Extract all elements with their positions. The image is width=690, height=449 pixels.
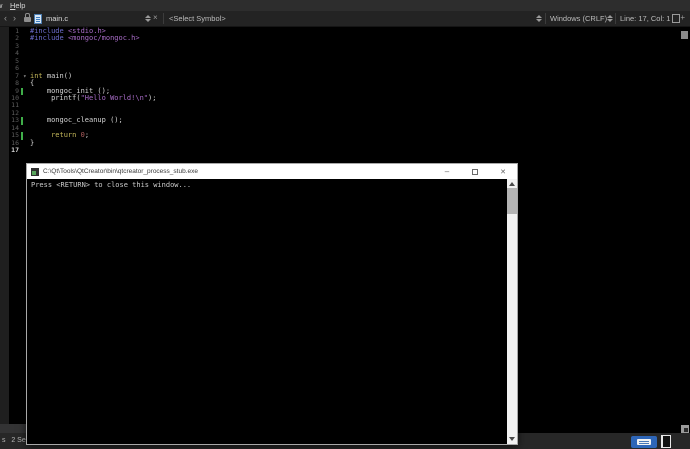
console-title: C:\Qt\Tools\QtCreator\bin\qtcreator_proc… [43, 168, 433, 175]
code-line[interactable]: 10 printf("Hello World!\n"); [9, 95, 690, 102]
forward-icon[interactable]: › [13, 13, 16, 23]
line-marker [21, 50, 30, 57]
code-line[interactable]: 2#include <mongoc/mongoc.h> [9, 35, 690, 42]
code-line[interactable]: 15 return 0; [9, 132, 690, 139]
maximize-button[interactable] [461, 164, 489, 179]
corner-handle-icon [681, 425, 689, 433]
editor-toolbar: ‹ › main.c × <Select Symbol> Windows (CR… [0, 11, 690, 27]
close-document-icon[interactable]: × [153, 13, 158, 22]
toolbar-separator [615, 13, 616, 24]
menu-bar: w Help [0, 0, 690, 11]
code-text: } [30, 140, 34, 147]
code-lines: 1#include <stdio.h>2#include <mongoc/mon… [9, 28, 690, 154]
scroll-up-icon[interactable] [509, 182, 515, 186]
console-titlebar[interactable]: C:\Qt\Tools\QtCreator\bin\qtcreator_proc… [27, 164, 517, 179]
status-blue-button[interactable] [631, 436, 657, 448]
document-tab[interactable]: main.c [46, 14, 68, 23]
lock-icon [24, 17, 31, 22]
line-number: 17 [9, 147, 21, 154]
console-scrollbar[interactable] [507, 179, 517, 444]
console-app-icon [31, 168, 39, 176]
code-line[interactable]: 14 [9, 125, 690, 132]
line-marker [21, 102, 30, 109]
code-line[interactable]: 13 mongoc_cleanup (); [9, 117, 690, 124]
code-line[interactable]: 17 [9, 147, 690, 154]
code-line[interactable]: 5 [9, 58, 690, 65]
changed-line-marker [21, 132, 30, 139]
console-text: Press <RETURN> to close this window... [31, 181, 191, 189]
code-text: mongoc_cleanup (); [30, 117, 123, 124]
toolbar-separator [163, 13, 164, 24]
line-marker [21, 58, 30, 65]
changed-line-marker [21, 117, 30, 124]
code-line[interactable]: 16} [9, 140, 690, 147]
code-line[interactable]: 3 [9, 43, 690, 50]
line-marker [21, 43, 30, 50]
scrollbar-thumb[interactable] [507, 188, 517, 214]
keyboard-icon [637, 439, 651, 445]
line-marker [21, 65, 30, 72]
qt-creator-window: w Help ‹ › main.c × <Select Symbol> Wind… [0, 0, 690, 449]
select-symbol-dropdown[interactable]: <Select Symbol> [169, 14, 226, 23]
code-line[interactable]: 6 [9, 65, 690, 72]
code-text: int main() [30, 73, 72, 80]
changed-line-marker [21, 88, 30, 95]
console-window: C:\Qt\Tools\QtCreator\bin\qtcreator_proc… [26, 163, 518, 445]
code-line[interactable]: 8{ [9, 80, 690, 87]
menu-item-help[interactable]: Help [10, 1, 25, 10]
code-line[interactable]: 11 [9, 102, 690, 109]
cursor-position-indicator[interactable]: Line: 17, Col: 1 [620, 14, 670, 23]
line-marker [21, 110, 30, 117]
minimize-button[interactable]: – [433, 164, 461, 179]
code-text: return 0; [30, 132, 89, 139]
line-marker [21, 125, 30, 132]
toolbar-separator [545, 13, 546, 24]
terminal-icon[interactable] [661, 435, 671, 448]
fold-arrow-icon[interactable]: ▾ [21, 73, 30, 80]
line-marker [21, 35, 30, 42]
line-marker [21, 140, 30, 147]
line-marker [21, 28, 30, 35]
maximize-icon [472, 169, 478, 175]
left-sidebar-sliver [0, 27, 9, 433]
code-text: printf("Hello World!\n"); [30, 95, 156, 102]
code-line[interactable]: 4 [9, 50, 690, 57]
line-marker [21, 80, 30, 87]
line-ending-selector[interactable]: Windows (CRLF) [550, 14, 607, 23]
back-icon[interactable]: ‹ [4, 13, 7, 23]
editor-scrollbar-thumb[interactable] [681, 31, 688, 39]
menu-item-fragment[interactable]: w [0, 1, 2, 10]
scroll-down-icon[interactable] [509, 437, 515, 441]
console-output[interactable]: Press <RETURN> to close this window... [27, 179, 517, 444]
code-text: #include <mongoc/mongoc.h> [30, 35, 140, 42]
close-button[interactable]: ✕ [489, 164, 517, 179]
line-marker [21, 95, 30, 102]
line-marker [21, 147, 30, 154]
split-editor-icon[interactable] [672, 14, 680, 23]
code-line[interactable]: 7▾int main() [9, 73, 690, 80]
file-icon [34, 14, 42, 24]
